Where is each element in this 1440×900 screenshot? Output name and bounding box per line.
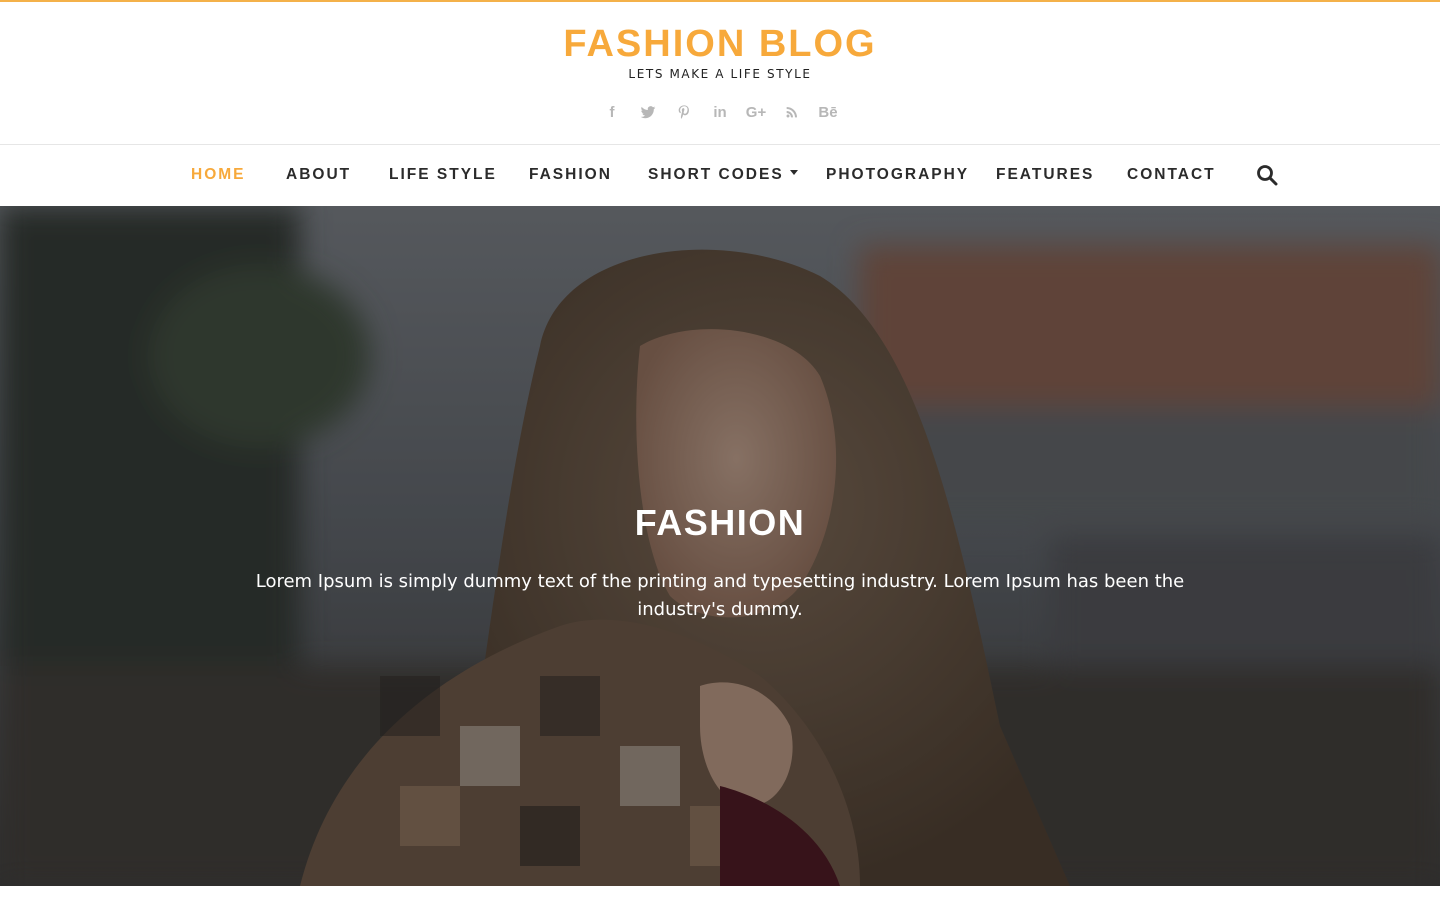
site-header: FASHION BLOG LETS MAKE A LIFE STYLE f in… xyxy=(0,2,1440,144)
facebook-icon[interactable]: f xyxy=(594,100,630,124)
nav-item-about[interactable]: ABOUT xyxy=(286,165,351,185)
nav-item-photography[interactable]: PHOTOGRAPHY xyxy=(826,165,969,185)
chevron-down-icon xyxy=(789,170,798,176)
facebook-glyph: f xyxy=(609,103,615,121)
twitter-glyph xyxy=(640,106,656,119)
search-icon-glyph xyxy=(1257,165,1278,186)
hero-title: FASHION xyxy=(634,502,806,543)
google-plus-glyph: G+ xyxy=(745,103,767,121)
linkedin-glyph: in xyxy=(713,103,727,121)
main-navigation: HOME ABOUT LIFE STYLE FASHION SHORT CODE… xyxy=(0,144,1440,206)
site-title[interactable]: FASHION BLOG xyxy=(0,22,1440,66)
hero-overlay xyxy=(0,206,1440,886)
social-links: f in G+ Bē xyxy=(0,100,1440,124)
rss-glyph xyxy=(786,107,797,118)
twitter-icon[interactable] xyxy=(630,100,666,124)
search-icon[interactable] xyxy=(1255,163,1281,189)
nav-item-features[interactable]: FEATURES xyxy=(996,165,1094,185)
nav-item-short-codes[interactable]: SHORT CODES xyxy=(648,165,798,185)
hero-banner: FASHION Lorem Ipsum is simply dummy text… xyxy=(0,206,1440,886)
nav-item-short-codes-label: SHORT CODES xyxy=(648,166,784,183)
hero-description: Lorem Ipsum is simply dummy text of the … xyxy=(255,571,1185,620)
site-tagline: LETS MAKE A LIFE STYLE xyxy=(628,67,812,81)
behance-glyph: Bē xyxy=(818,103,838,121)
nav-item-life-style[interactable]: LIFE STYLE xyxy=(389,165,497,185)
nav-item-contact[interactable]: CONTACT xyxy=(1127,165,1216,185)
rss-icon[interactable] xyxy=(774,100,810,124)
pinterest-glyph xyxy=(678,105,689,119)
nav-item-fashion[interactable]: FASHION xyxy=(529,165,612,185)
pinterest-icon[interactable] xyxy=(666,100,702,124)
google-plus-icon[interactable]: G+ xyxy=(738,100,774,124)
behance-icon[interactable]: Bē xyxy=(810,100,846,124)
linkedin-icon[interactable]: in xyxy=(702,100,738,124)
nav-item-home[interactable]: HOME xyxy=(191,165,246,185)
